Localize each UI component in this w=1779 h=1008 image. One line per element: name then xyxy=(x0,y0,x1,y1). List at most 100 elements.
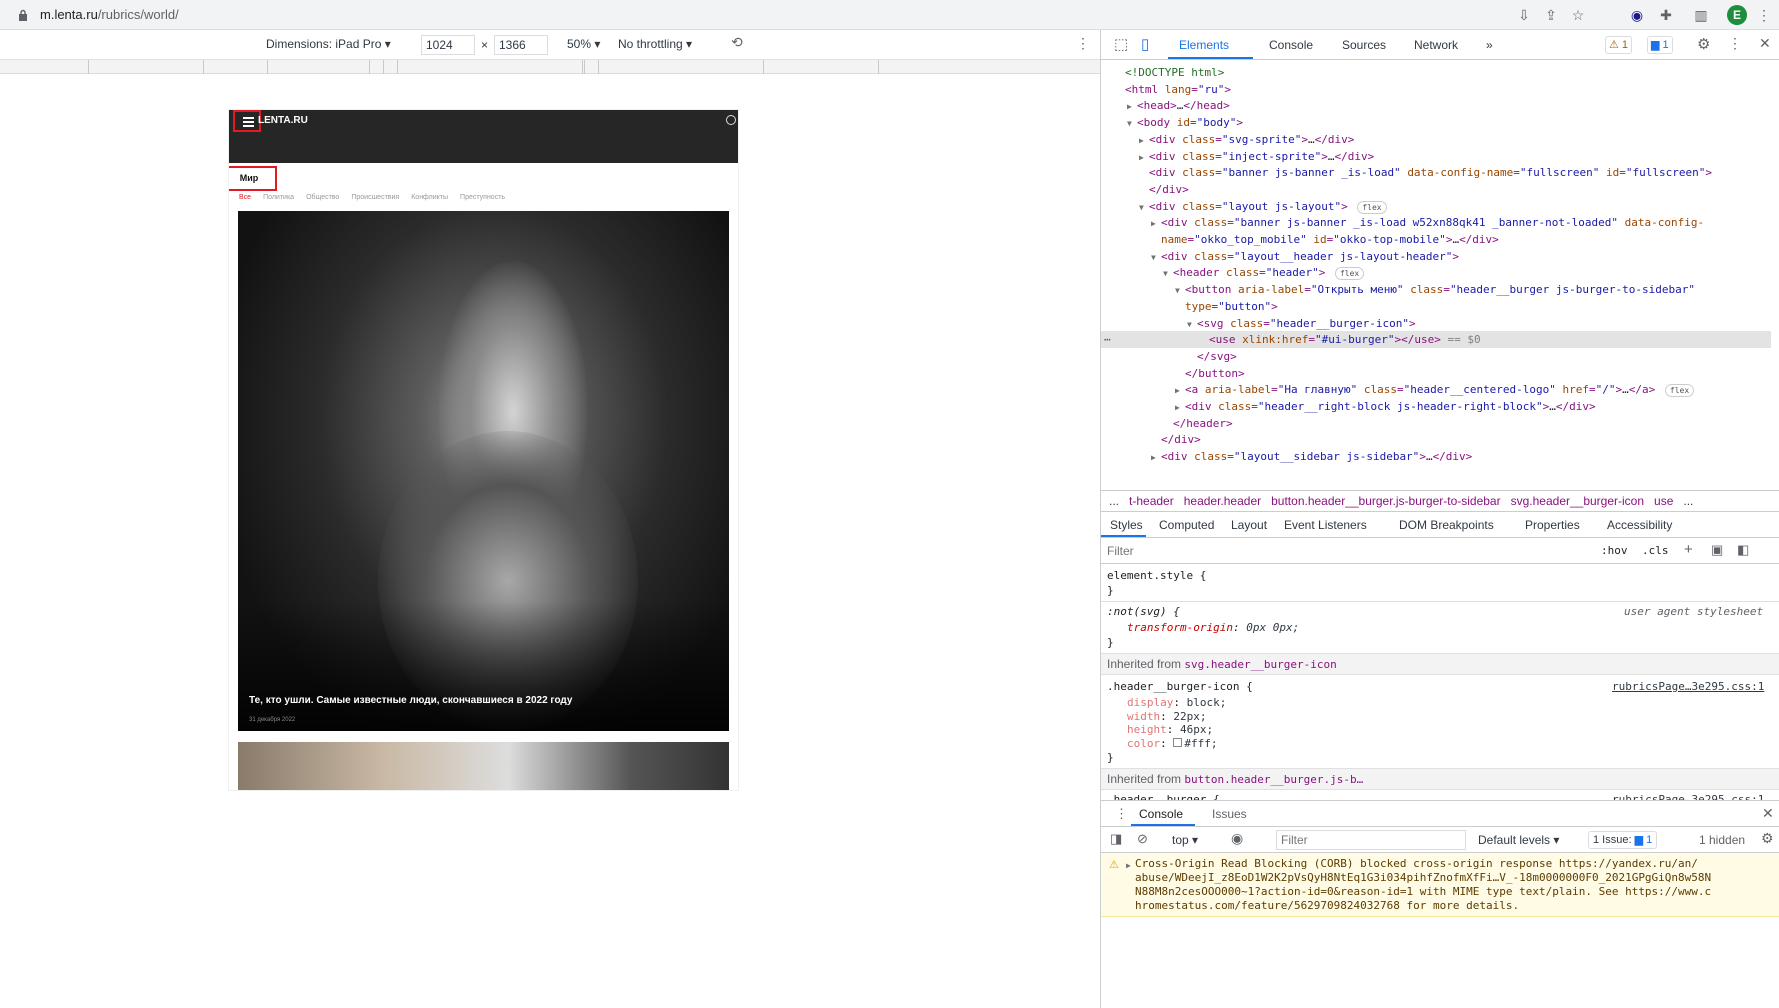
user-icon[interactable] xyxy=(726,115,736,125)
breadcrumb-item[interactable]: t-header xyxy=(1129,494,1174,508)
dom-node-line[interactable]: name="okko_top_mobile" id="okko-top-mobi… xyxy=(1101,231,1771,248)
devtools-menu-icon[interactable]: ⋮ xyxy=(1728,35,1742,52)
expand-triangle-icon[interactable]: ▶ xyxy=(1139,132,1149,149)
tab-elements[interactable]: Elements xyxy=(1179,38,1229,52)
tab-console[interactable]: Console xyxy=(1269,38,1313,52)
dom-node-line[interactable]: </button> xyxy=(1101,365,1771,382)
tab-crime[interactable]: Преступность xyxy=(460,194,505,201)
second-article-photo[interactable] xyxy=(238,742,729,790)
tab-incidents[interactable]: Происшествия xyxy=(351,194,399,201)
dom-node-line[interactable]: type="button"> xyxy=(1101,298,1771,315)
throttling-select[interactable]: No throttling ▾ xyxy=(618,37,692,51)
element-style-rule[interactable]: element.style { xyxy=(1107,568,1206,583)
node-actions-icon[interactable]: ⋯ xyxy=(1104,331,1111,348)
tab-conflicts[interactable]: Конфликты xyxy=(411,194,448,201)
device-toggle-icon[interactable]: ▯ xyxy=(1141,35,1149,53)
dom-node-line[interactable]: <div class="banner js-banner _is-load" d… xyxy=(1101,164,1771,181)
styles-tab-dom-breakpoints[interactable]: DOM Breakpoints xyxy=(1399,518,1494,532)
expand-triangle-icon[interactable]: ▶ xyxy=(1175,382,1185,399)
expand-triangle-icon[interactable]: ▼ xyxy=(1163,265,1173,282)
drawer-tab-issues[interactable]: Issues xyxy=(1212,807,1247,821)
extension-glasses-icon[interactable]: ◉ xyxy=(1628,6,1646,24)
breadcrumb-item[interactable]: use xyxy=(1654,494,1673,508)
zoom-select[interactable]: 50% ▾ xyxy=(567,37,600,51)
extensions-puzzle-icon[interactable]: ✚ xyxy=(1657,6,1675,24)
warning-text[interactable]: Cross-Origin Read Blocking (CORB) blocke… xyxy=(1135,857,1775,913)
expand-triangle-icon[interactable]: ▼ xyxy=(1175,282,1185,299)
console-filter-input[interactable] xyxy=(1276,830,1466,850)
side-panel-icon[interactable]: ▥ xyxy=(1692,6,1710,24)
article-headline[interactable]: Те, кто ушли. Самые известные люди, скон… xyxy=(249,695,572,706)
expand-arrow-icon[interactable]: ▶ xyxy=(1126,859,1131,873)
dom-node-line[interactable]: <!DOCTYPE html> xyxy=(1101,64,1771,81)
dom-node-line[interactable]: ▼ <body id="body"> xyxy=(1101,114,1771,131)
rule-source-link[interactable]: rubricsPage…3e295.css:1 xyxy=(1612,679,1764,694)
tab-sources[interactable]: Sources xyxy=(1342,38,1386,52)
hov-toggle[interactable]: :hov xyxy=(1601,544,1628,557)
rotate-icon[interactable]: ⟲ xyxy=(731,34,743,51)
styles-tab-layout[interactable]: Layout xyxy=(1231,518,1267,532)
dom-node-line[interactable]: ▶ <head>…</head> xyxy=(1101,97,1771,114)
more-tabs-icon[interactable]: » xyxy=(1486,38,1493,52)
expand-triangle-icon[interactable]: ▶ xyxy=(1151,449,1161,466)
tab-politics[interactable]: Политика xyxy=(263,194,294,201)
sidebar-toggle-icon[interactable]: ◧ xyxy=(1737,542,1749,558)
live-expression-eye-icon[interactable]: ◉ xyxy=(1231,830,1243,847)
dom-node-line[interactable]: </div> xyxy=(1101,181,1771,198)
inherited-element-link[interactable]: button.header__burger.js-b… xyxy=(1184,773,1363,786)
dom-node-line[interactable]: ▶ <div class="banner js-banner _is-load w… xyxy=(1101,214,1771,231)
expand-triangle-icon[interactable]: ▶ xyxy=(1175,399,1185,416)
tab-society[interactable]: Общество xyxy=(306,194,339,201)
issues-count-button[interactable]: 1 Issue: ▆ 1 xyxy=(1588,831,1658,849)
expand-triangle-icon[interactable]: ▶ xyxy=(1127,98,1137,115)
dom-node-line[interactable]: ▶ <div class="layout__sidebar js-sidebar"… xyxy=(1101,448,1771,465)
drawer-tab-console[interactable]: Console xyxy=(1139,807,1183,821)
expand-triangle-icon[interactable]: ▶ xyxy=(1151,215,1161,232)
article-photo[interactable] xyxy=(238,211,729,731)
dom-node-line[interactable]: ▶ <div class="inject-sprite">…</div> xyxy=(1101,148,1771,165)
cls-toggle[interactable]: .cls xyxy=(1642,544,1669,557)
lock-icon[interactable] xyxy=(18,9,28,21)
dom-node-line[interactable]: <html lang="ru"> xyxy=(1101,81,1771,98)
dom-node-line[interactable]: ▼ <div class="layout js-layout"> flex xyxy=(1101,198,1771,215)
dom-node-line[interactable]: ▼ <div class="layout__header js-layout-he… xyxy=(1101,248,1771,265)
paint-icon[interactable]: ▣ xyxy=(1711,542,1723,558)
dom-node-line[interactable]: <use xlink:href="#ui-burger"></use> == $… xyxy=(1101,331,1771,349)
burger-menu-button[interactable] xyxy=(233,110,261,132)
rule-selector[interactable]: .header__burger { xyxy=(1107,792,1220,800)
breadcrumb-item[interactable]: ... xyxy=(1683,494,1693,508)
menu-kebab-icon[interactable]: ⋮ xyxy=(1755,6,1773,24)
width-input[interactable] xyxy=(421,35,475,55)
expand-triangle-icon[interactable]: ▼ xyxy=(1127,115,1137,132)
dom-node-line[interactable]: </svg> xyxy=(1101,348,1771,365)
share-icon[interactable]: ⇪ xyxy=(1542,6,1560,24)
context-select[interactable]: top ▾ xyxy=(1172,833,1198,847)
expand-triangle-icon[interactable]: ▶ xyxy=(1139,149,1149,166)
styles-tab-event-listeners[interactable]: Event Listeners xyxy=(1284,518,1367,532)
styles-tab-properties[interactable]: Properties xyxy=(1525,518,1580,532)
height-input[interactable] xyxy=(494,35,548,55)
breadcrumb-item[interactable]: ... xyxy=(1109,494,1119,508)
avatar[interactable]: E xyxy=(1727,5,1747,25)
media-query-ruler[interactable] xyxy=(0,60,1100,74)
dom-node-line[interactable]: ▼ <svg class="header__burger-icon"> xyxy=(1101,315,1771,332)
device-more-icon[interactable]: ⋮ xyxy=(1076,35,1090,52)
dom-node-line[interactable]: ▼ <button aria-label="Открыть меню" class… xyxy=(1101,281,1771,298)
device-select[interactable]: Dimensions: iPad Pro ▾ xyxy=(266,37,391,51)
issues-badge[interactable]: ▆ 1 xyxy=(1647,36,1673,54)
dom-node-line[interactable]: </div> xyxy=(1101,431,1771,448)
expand-triangle-icon[interactable]: ▼ xyxy=(1139,199,1149,216)
rule-selector[interactable]: .header__burger-icon { xyxy=(1107,679,1253,694)
warnings-badge[interactable]: ⚠ 1 xyxy=(1605,36,1633,54)
drawer-menu-icon[interactable]: ⋮ xyxy=(1115,806,1128,822)
styles-tab-accessibility[interactable]: Accessibility xyxy=(1607,518,1672,532)
dom-node-line[interactable]: ▶ <div class="header__right-block js-head… xyxy=(1101,398,1771,415)
site-logo[interactable]: LENTA.RU xyxy=(258,115,308,126)
breadcrumb-item[interactable]: button.header__burger.js-burger-to-sideb… xyxy=(1271,494,1500,508)
console-settings-gear-icon[interactable]: ⚙ xyxy=(1761,830,1774,847)
css-declaration[interactable]: color: #fff; xyxy=(1127,736,1218,751)
inspect-element-icon[interactable]: ⬚ xyxy=(1114,35,1128,53)
console-sidebar-icon[interactable]: ◨ xyxy=(1110,831,1122,847)
add-rule-icon[interactable]: + xyxy=(1684,541,1693,558)
rule-selector[interactable]: :not(svg) { xyxy=(1107,604,1180,619)
